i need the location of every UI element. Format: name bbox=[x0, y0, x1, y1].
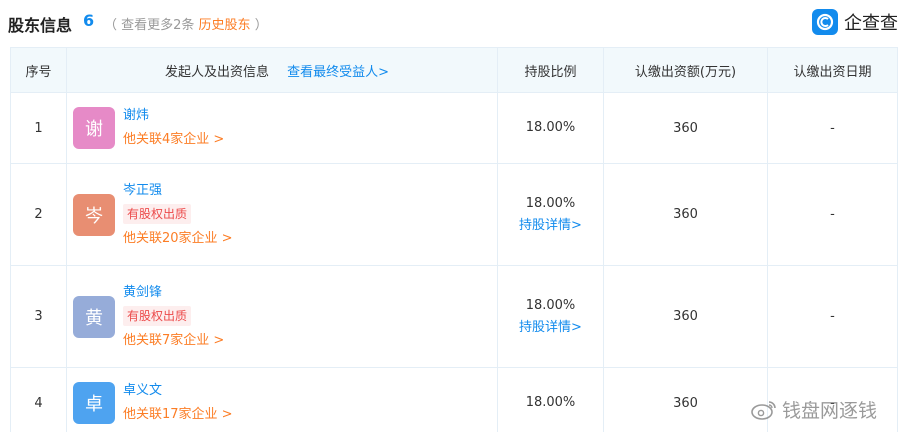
table-row: 1 谢 谢炜 他关联4家企业 > 18.00% 360 - bbox=[10, 92, 898, 164]
shareholder-count: 6 bbox=[83, 11, 95, 30]
holding-ratio: 18.00% bbox=[525, 395, 576, 410]
related-companies-link[interactable]: 他关联17家企业 > bbox=[123, 406, 233, 424]
avatar[interactable]: 岑 bbox=[73, 193, 115, 236]
more-history-prefix: （ 查看更多2条 bbox=[104, 18, 195, 33]
column-header-date: 认缴出资日期 bbox=[767, 47, 898, 93]
amount-cell: 360 bbox=[603, 163, 768, 266]
avatar[interactable]: 卓 bbox=[73, 382, 115, 424]
weibo-watermark: 钱盘网逐钱 bbox=[750, 396, 877, 423]
watermark-text: 钱盘网逐钱 bbox=[782, 400, 878, 422]
section-header: 股东信息 6 （ 查看更多2条 历史股东 ） 企查查 bbox=[0, 0, 911, 46]
table-row: 3 黄 黄剑锋 有股权出质 他关联7家企业 > 18.00% 持股详情> 360… bbox=[10, 265, 898, 368]
avatar[interactable]: 谢 bbox=[73, 107, 115, 149]
qichacha-logo-icon bbox=[812, 9, 838, 35]
more-history-suffix: ） bbox=[254, 18, 268, 33]
column-header-ratio: 持股比例 bbox=[497, 47, 604, 93]
holder-cell: 谢 谢炜 他关联4家企业 > bbox=[66, 92, 498, 164]
holder-cell: 黄 黄剑锋 有股权出质 他关联7家企业 > bbox=[66, 265, 498, 368]
amount-cell: 360 bbox=[603, 367, 768, 432]
amount-cell: 360 bbox=[603, 265, 768, 368]
column-header-amount: 认缴出资额(万元) bbox=[603, 47, 768, 93]
weibo-icon bbox=[751, 400, 776, 420]
table-row: 2 岑 岑正强 有股权出质 他关联20家企业 > 18.00% 持股详情> 36… bbox=[10, 163, 898, 266]
avatar[interactable]: 黄 bbox=[73, 295, 115, 338]
ratio-cell: 18.00% bbox=[497, 367, 604, 432]
ratio-cell: 18.00% 持股详情> bbox=[497, 163, 604, 266]
row-index: 4 bbox=[10, 367, 67, 432]
date-cell: - bbox=[767, 163, 898, 266]
holder-name-link[interactable]: 卓义文 bbox=[123, 382, 233, 400]
logo-text: 企查查 bbox=[844, 13, 898, 34]
holder-name-link[interactable]: 谢炜 bbox=[123, 107, 224, 125]
related-companies-link[interactable]: 他关联4家企业 > bbox=[123, 131, 224, 149]
related-companies-link[interactable]: 他关联7家企业 > bbox=[123, 332, 224, 350]
row-index: 2 bbox=[10, 163, 67, 266]
view-beneficiary-link[interactable]: 查看最终受益人> bbox=[287, 65, 389, 80]
date-cell: - bbox=[767, 92, 898, 164]
ratio-cell: 18.00% 持股详情> bbox=[497, 265, 604, 368]
date-cell: - bbox=[767, 265, 898, 368]
section-title: 股东信息 bbox=[8, 16, 73, 35]
holder-cell: 岑 岑正强 有股权出质 他关联20家企业 > bbox=[66, 163, 498, 266]
amount-cell: 360 bbox=[603, 92, 768, 164]
column-header-index: 序号 bbox=[10, 47, 67, 93]
related-companies-link[interactable]: 他关联20家企业 > bbox=[123, 230, 233, 248]
ratio-cell: 18.00% bbox=[497, 92, 604, 164]
holding-detail-link[interactable]: 持股详情> bbox=[498, 215, 603, 237]
history-shareholders-link[interactable]: 历史股东 bbox=[199, 18, 251, 33]
holder-name-link[interactable]: 黄剑锋 bbox=[123, 284, 224, 302]
equity-pledge-badge[interactable]: 有股权出质 bbox=[123, 203, 192, 224]
table-header-row: 序号 发起人及出资信息 查看最终受益人> 持股比例 认缴出资额(万元) 认缴出资… bbox=[10, 47, 898, 93]
column-header-holder-label: 发起人及出资信息 bbox=[165, 64, 270, 80]
row-index: 1 bbox=[10, 92, 67, 164]
shareholder-table: 序号 发起人及出资信息 查看最终受益人> 持股比例 认缴出资额(万元) 认缴出资… bbox=[10, 47, 898, 432]
more-history-hint: （ 查看更多2条 历史股东 ） bbox=[104, 14, 268, 33]
qichacha-logo[interactable]: 企查查 bbox=[812, 8, 898, 36]
holding-ratio: 18.00% bbox=[525, 120, 576, 135]
holding-ratio: 18.00% bbox=[525, 297, 576, 313]
holder-cell: 卓 卓义文 他关联17家企业 > bbox=[66, 367, 498, 432]
holder-name-link[interactable]: 岑正强 bbox=[123, 182, 233, 200]
equity-pledge-badge[interactable]: 有股权出质 bbox=[123, 305, 192, 326]
column-header-holder: 发起人及出资信息 查看最终受益人> bbox=[66, 47, 498, 93]
holding-ratio: 18.00% bbox=[525, 195, 576, 211]
holding-detail-link[interactable]: 持股详情> bbox=[498, 317, 603, 339]
row-index: 3 bbox=[10, 265, 67, 368]
